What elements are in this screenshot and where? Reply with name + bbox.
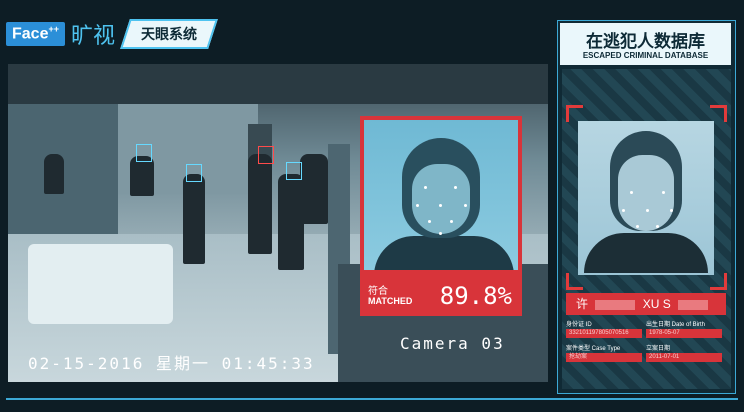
face-detection-box-match[interactable] <box>258 146 274 164</box>
mesh-point <box>646 209 649 212</box>
date-label: 立案日期 <box>646 346 671 352</box>
brand-header: Face++ 旷视 天眼系统 <box>6 19 218 49</box>
match-label-cn: 符合 <box>368 286 388 297</box>
suspect-name-bar: 许 XU S <box>566 293 726 315</box>
person <box>44 154 64 194</box>
criminal-database-panel: 在逃犯人数据库 ESCAPED CRIMINAL DATABASE 许 XU S <box>557 20 736 394</box>
case-value: 抢劫案 <box>566 353 642 362</box>
name-prefix: 许 <box>576 297 589 311</box>
mesh-point <box>416 204 419 207</box>
face-detection-box[interactable] <box>186 164 202 182</box>
system-tag: 天眼系统 <box>120 19 218 49</box>
face-shoulders <box>374 236 514 270</box>
mesh-point <box>656 225 659 228</box>
photo-skin <box>618 155 674 231</box>
face-skin <box>412 164 470 234</box>
photo-shoulders <box>584 233 708 273</box>
brand-name: 旷视 <box>70 24 115 49</box>
mesh-point <box>439 204 442 207</box>
match-score: 89.8% <box>439 282 512 310</box>
cam-reception-desk <box>28 244 173 324</box>
app-frame: Face++ 旷视 天眼系统 02-15-2016 星期一 01:45:33 C… <box>0 0 744 412</box>
mesh-point <box>439 232 442 235</box>
corner-bracket <box>710 273 727 290</box>
info-row-id: 身份证 ID 出生日期 Date of Birth 33210119780507… <box>566 319 726 338</box>
person <box>130 156 154 196</box>
id-value: 332101197805070516 <box>566 329 642 338</box>
person <box>300 154 328 224</box>
name-redaction <box>595 299 636 310</box>
id-label: 身份证 ID <box>566 322 592 328</box>
birth-label: 出生日期 Date of Birth <box>646 322 706 328</box>
date-value: 2011-07-01 <box>646 353 722 362</box>
mesh-point <box>630 191 633 194</box>
mesh-point <box>428 220 431 223</box>
mesh-point <box>670 209 673 212</box>
mesh-point <box>636 225 639 228</box>
corner-bracket <box>710 105 727 122</box>
person <box>183 174 205 264</box>
timestamp: 02-15-2016 星期一 01:45:33 <box>28 354 315 373</box>
bottom-divider <box>6 398 738 400</box>
person <box>248 154 272 254</box>
cam-ceiling <box>8 64 548 104</box>
face-detection-box[interactable] <box>136 144 152 162</box>
db-title: 在逃犯人数据库 <box>586 32 705 52</box>
mesh-point <box>450 220 453 223</box>
birth-value: 1978-05-07 <box>646 329 722 338</box>
mesh-point <box>454 186 457 189</box>
name-mid: XU S <box>642 297 671 311</box>
corner-bracket <box>566 273 583 290</box>
face-plus-plus-logo: Face++ <box>6 22 65 46</box>
match-label-en: MATCHED <box>368 296 413 306</box>
camera-label: Camera 03 <box>400 334 505 353</box>
face-detection-box[interactable] <box>286 162 302 180</box>
db-subtitle: ESCAPED CRIMINAL DATABASE <box>582 51 709 60</box>
mesh-point <box>424 186 427 189</box>
match-card[interactable]: 符合 MATCHED 89.8% <box>360 116 522 316</box>
mesh-point <box>464 204 467 207</box>
mesh-point <box>662 191 665 194</box>
mesh-point <box>622 209 625 212</box>
suspect-photo[interactable] <box>578 121 714 275</box>
corner-bracket <box>566 105 583 122</box>
db-header: 在逃犯人数据库 ESCAPED CRIMINAL DATABASE <box>560 23 731 65</box>
matched-face-photo <box>364 120 518 270</box>
case-label: 案件类型 Case Type <box>566 346 621 352</box>
info-row-case: 案件类型 Case Type 立案日期 抢劫案 2011-07-01 <box>566 343 726 362</box>
name-redaction <box>678 299 709 310</box>
